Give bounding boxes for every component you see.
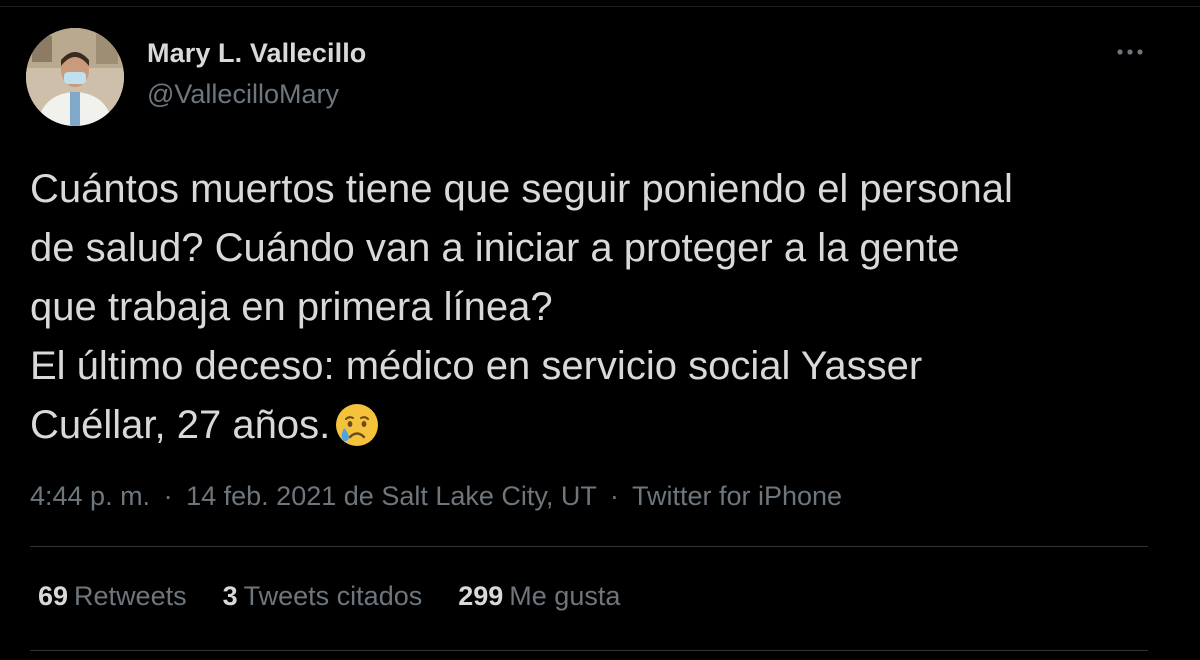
tweet-line: El último deceso: médico en servicio soc… (30, 344, 923, 388)
tweet-card: Mary L. Vallecillo @VallecilloMary Cuánt… (0, 0, 1200, 660)
tweet-metadata: 4:44 p. m. · 14 feb. 2021 de Salt Lake C… (30, 481, 842, 512)
tweet-line: de salud? Cuándo van a iniciar a protege… (30, 226, 960, 270)
likes-count: 299 (458, 581, 504, 611)
retweets-stat[interactable]: 69 Retweets (38, 581, 187, 612)
avatar-image (26, 28, 124, 126)
tweet-text: Cuántos muertos tiene que seguir poniend… (30, 160, 1170, 465)
avatar[interactable] (26, 28, 124, 126)
tweet-stats: 69 Retweets 3 Tweets citados 299 Me gusta (38, 581, 656, 612)
likes-label: Me gusta (509, 581, 621, 611)
quote-tweets-count: 3 (222, 581, 238, 611)
tweet-client[interactable]: Twitter for iPhone (632, 481, 842, 511)
quote-tweets-label: Tweets citados (243, 581, 423, 611)
tweet-date[interactable]: 14 feb. 2021 (186, 481, 336, 511)
tweet-time[interactable]: 4:44 p. m. (30, 481, 150, 511)
meta-separator: · (609, 481, 619, 511)
tweet-line-text: Cuéllar, 27 años. (30, 403, 331, 447)
stats-top-divider (30, 546, 1148, 547)
tweet-line: Cuántos muertos tiene que seguir poniend… (30, 167, 1013, 211)
quote-tweets-stat[interactable]: 3 Tweets citados (223, 581, 423, 612)
tweet-line: que trabaja en primera línea? (30, 285, 553, 329)
more-horizontal-icon[interactable] (1112, 38, 1148, 74)
top-divider (0, 6, 1200, 7)
author-display-name[interactable]: Mary L. Vallecillo (147, 38, 366, 69)
location-prefix: de (343, 481, 374, 511)
stats-bottom-divider (30, 650, 1148, 651)
author-handle[interactable]: @VallecilloMary (147, 79, 339, 110)
retweets-label: Retweets (74, 581, 187, 611)
likes-stat[interactable]: 299 Me gusta (458, 581, 620, 612)
meta-separator: · (163, 481, 173, 511)
tweet-location[interactable]: Salt Lake City, UT (381, 481, 596, 511)
crying-face-emoji-icon (334, 402, 380, 465)
tweet-line-last: Cuéllar, 27 años. (30, 396, 1170, 465)
retweets-count: 69 (38, 581, 69, 611)
